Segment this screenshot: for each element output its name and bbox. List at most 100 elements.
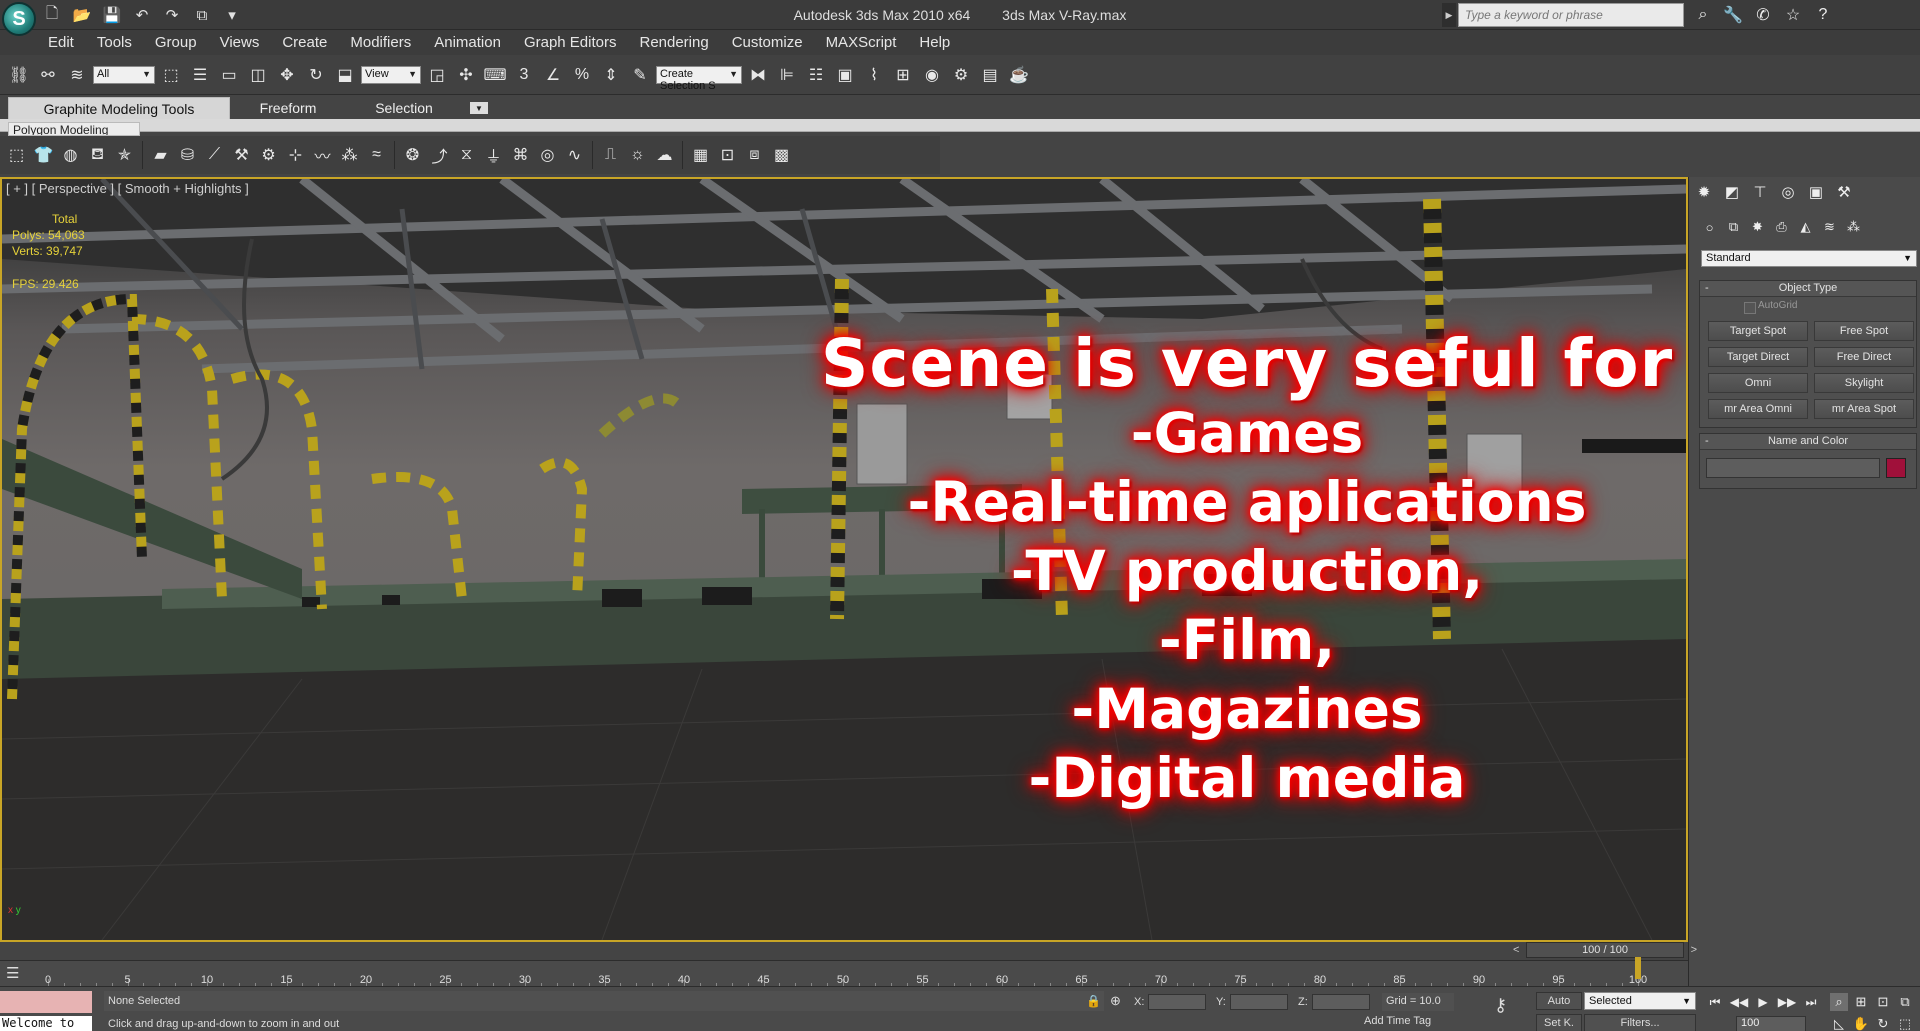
- image-icon[interactable]: ⊡: [715, 142, 740, 168]
- media-icon[interactable]: ▦: [688, 142, 713, 168]
- tube-icon[interactable]: ⟋: [202, 142, 227, 168]
- gear-icon[interactable]: ⚙: [256, 142, 281, 168]
- display-tab-icon[interactable]: ▣: [1805, 181, 1827, 203]
- align-icon[interactable]: ⊫: [774, 62, 800, 88]
- set-key-button[interactable]: Set K.: [1536, 1014, 1582, 1031]
- current-frame-field[interactable]: 100: [1736, 1016, 1806, 1031]
- box-icon[interactable]: ⬚: [4, 142, 29, 168]
- wave-icon[interactable]: ∿: [562, 142, 587, 168]
- select-and-scale-icon[interactable]: ⬓: [332, 62, 358, 88]
- keyboard-shortcut-override-icon[interactable]: ⌨: [482, 62, 508, 88]
- bone-icon[interactable]: ⌘: [508, 142, 533, 168]
- helper-icon[interactable]: ⊹: [283, 142, 308, 168]
- select-and-link-icon[interactable]: ⛓: [6, 62, 32, 88]
- key-filter-select[interactable]: Selected: [1584, 992, 1696, 1010]
- object-type-rollout-header[interactable]: Object Type: [1700, 281, 1916, 297]
- taper-icon[interactable]: ⏚: [481, 142, 506, 168]
- ribbon-options-icon[interactable]: ▼: [470, 102, 488, 114]
- skylight-icon[interactable]: ☁: [652, 142, 677, 168]
- help-icon[interactable]: ?: [1810, 3, 1836, 27]
- perspective-viewport[interactable]: [ + ] [ Perspective ] [ Smooth + Highlig…: [0, 177, 1688, 942]
- play-icon[interactable]: ▶: [1754, 993, 1772, 1011]
- menu-help[interactable]: Help: [919, 34, 950, 51]
- selection-lock-icon[interactable]: 🔒: [1086, 994, 1101, 1008]
- select-and-rotate-icon[interactable]: ↻: [303, 62, 329, 88]
- cylinder-icon[interactable]: ⛁: [175, 142, 200, 168]
- orbit-icon[interactable]: ↻: [1874, 1015, 1892, 1031]
- autogrid-checkbox[interactable]: AutoGrid: [1700, 297, 1916, 315]
- menu-graph-editors[interactable]: Graph Editors: [524, 34, 617, 51]
- zoom-icon[interactable]: ⌕: [1830, 993, 1848, 1011]
- camera-icon[interactable]: ⎍: [598, 142, 623, 168]
- object-name-field[interactable]: [1706, 458, 1880, 478]
- undo-icon[interactable]: ↶: [130, 3, 154, 27]
- graphite-toggle-icon[interactable]: ▣: [832, 62, 858, 88]
- skylight-button[interactable]: Skylight: [1814, 373, 1914, 393]
- open-file-icon[interactable]: 📂: [70, 3, 94, 27]
- menu-animation[interactable]: Animation: [434, 34, 501, 51]
- curve-editor-icon[interactable]: ⌇: [861, 62, 887, 88]
- menu-tools[interactable]: Tools: [97, 34, 132, 51]
- current-frame-marker[interactable]: [1635, 957, 1641, 979]
- absolute-mode-icon[interactable]: ⊕: [1110, 993, 1121, 1009]
- next-frame-icon[interactable]: ▶▶: [1778, 993, 1796, 1011]
- bend-icon[interactable]: ⤴: [427, 142, 452, 168]
- geometry-icon[interactable]: ○: [1699, 217, 1720, 237]
- zoom-extents-icon[interactable]: ⊡: [1874, 993, 1892, 1011]
- go-to-end-icon[interactable]: ⏭: [1802, 993, 1820, 1011]
- name-and-color-rollout-header[interactable]: Name and Color: [1700, 434, 1916, 450]
- key-filters-button[interactable]: Filters...: [1584, 1014, 1696, 1031]
- omni-button[interactable]: Omni: [1708, 373, 1808, 393]
- target-spot-button[interactable]: Target Spot: [1708, 321, 1808, 341]
- add-time-tag[interactable]: Add Time Tag: [1364, 1015, 1431, 1027]
- named-selection-input[interactable]: Create Selection S: [656, 65, 742, 92]
- select-object-icon[interactable]: ⬚: [158, 62, 184, 88]
- tab-graphite-modeling-tools[interactable]: Graphite Modeling Tools: [8, 97, 230, 119]
- noise-icon[interactable]: ❂: [400, 142, 425, 168]
- mr-area-omni-button[interactable]: mr Area Omni: [1708, 399, 1808, 419]
- window-crossing-icon[interactable]: ◫: [245, 62, 271, 88]
- reference-coordinate-select[interactable]: View: [361, 65, 421, 84]
- quick-access-dropdown-icon[interactable]: ▾: [220, 3, 244, 27]
- search-expand-icon[interactable]: ▶: [1442, 3, 1456, 27]
- material-editor-icon[interactable]: ◉: [919, 62, 945, 88]
- spherify-icon[interactable]: ◎: [535, 142, 560, 168]
- auto-key-button[interactable]: Auto: [1536, 992, 1582, 1010]
- cameras-icon[interactable]: ⎙: [1771, 217, 1792, 237]
- film-icon[interactable]: ▩: [769, 142, 794, 168]
- space-warps-icon[interactable]: ≋: [1819, 217, 1840, 237]
- plane-icon[interactable]: ▰: [148, 142, 173, 168]
- menu-customize[interactable]: Customize: [732, 34, 803, 51]
- rendered-frame-window-icon[interactable]: ▤: [977, 62, 1003, 88]
- pan-icon[interactable]: ✋: [1852, 1015, 1870, 1031]
- application-menu-button[interactable]: S: [2, 2, 36, 36]
- mini-curve-editor-icon[interactable]: ☰: [6, 964, 19, 982]
- project-folder-icon[interactable]: ⧉: [190, 3, 214, 27]
- new-file-icon[interactable]: 🗋: [40, 3, 64, 27]
- tab-freeform[interactable]: Freeform: [230, 97, 346, 119]
- snaps-toggle-icon[interactable]: 3: [511, 62, 537, 88]
- favorites-icon[interactable]: ☆: [1780, 3, 1806, 27]
- wind-icon[interactable]: 〰: [310, 142, 335, 168]
- time-slider[interactable]: 100 / 100: [1513, 942, 1697, 958]
- motion-tab-icon[interactable]: ◎: [1777, 181, 1799, 203]
- select-by-name-icon[interactable]: ☰: [187, 62, 213, 88]
- teapot-icon[interactable]: ⛾: [85, 142, 110, 168]
- object-color-swatch[interactable]: [1886, 458, 1906, 478]
- rectangular-selection-icon[interactable]: ▭: [216, 62, 242, 88]
- schematic-view-icon[interactable]: ⊞: [890, 62, 916, 88]
- menu-rendering[interactable]: Rendering: [639, 34, 708, 51]
- tab-selection[interactable]: Selection: [346, 97, 462, 119]
- create-tab-icon[interactable]: ✹: [1693, 181, 1715, 203]
- maxscript-listener-macro[interactable]: [0, 991, 92, 1013]
- go-to-start-icon[interactable]: ⏮: [1706, 993, 1724, 1011]
- sphere-icon[interactable]: ◍: [58, 142, 83, 168]
- angle-snap-icon[interactable]: ∠: [540, 62, 566, 88]
- bind-space-warp-icon[interactable]: ≋: [64, 62, 90, 88]
- subscription-icon[interactable]: 🔧: [1720, 3, 1746, 27]
- target-direct-button[interactable]: Target Direct: [1708, 347, 1808, 367]
- maximize-viewport-icon[interactable]: ⬚: [1896, 1015, 1914, 1031]
- wrench-icon[interactable]: ⚒: [229, 142, 254, 168]
- free-spot-button[interactable]: Free Spot: [1814, 321, 1914, 341]
- save-file-icon[interactable]: 💾: [100, 3, 124, 27]
